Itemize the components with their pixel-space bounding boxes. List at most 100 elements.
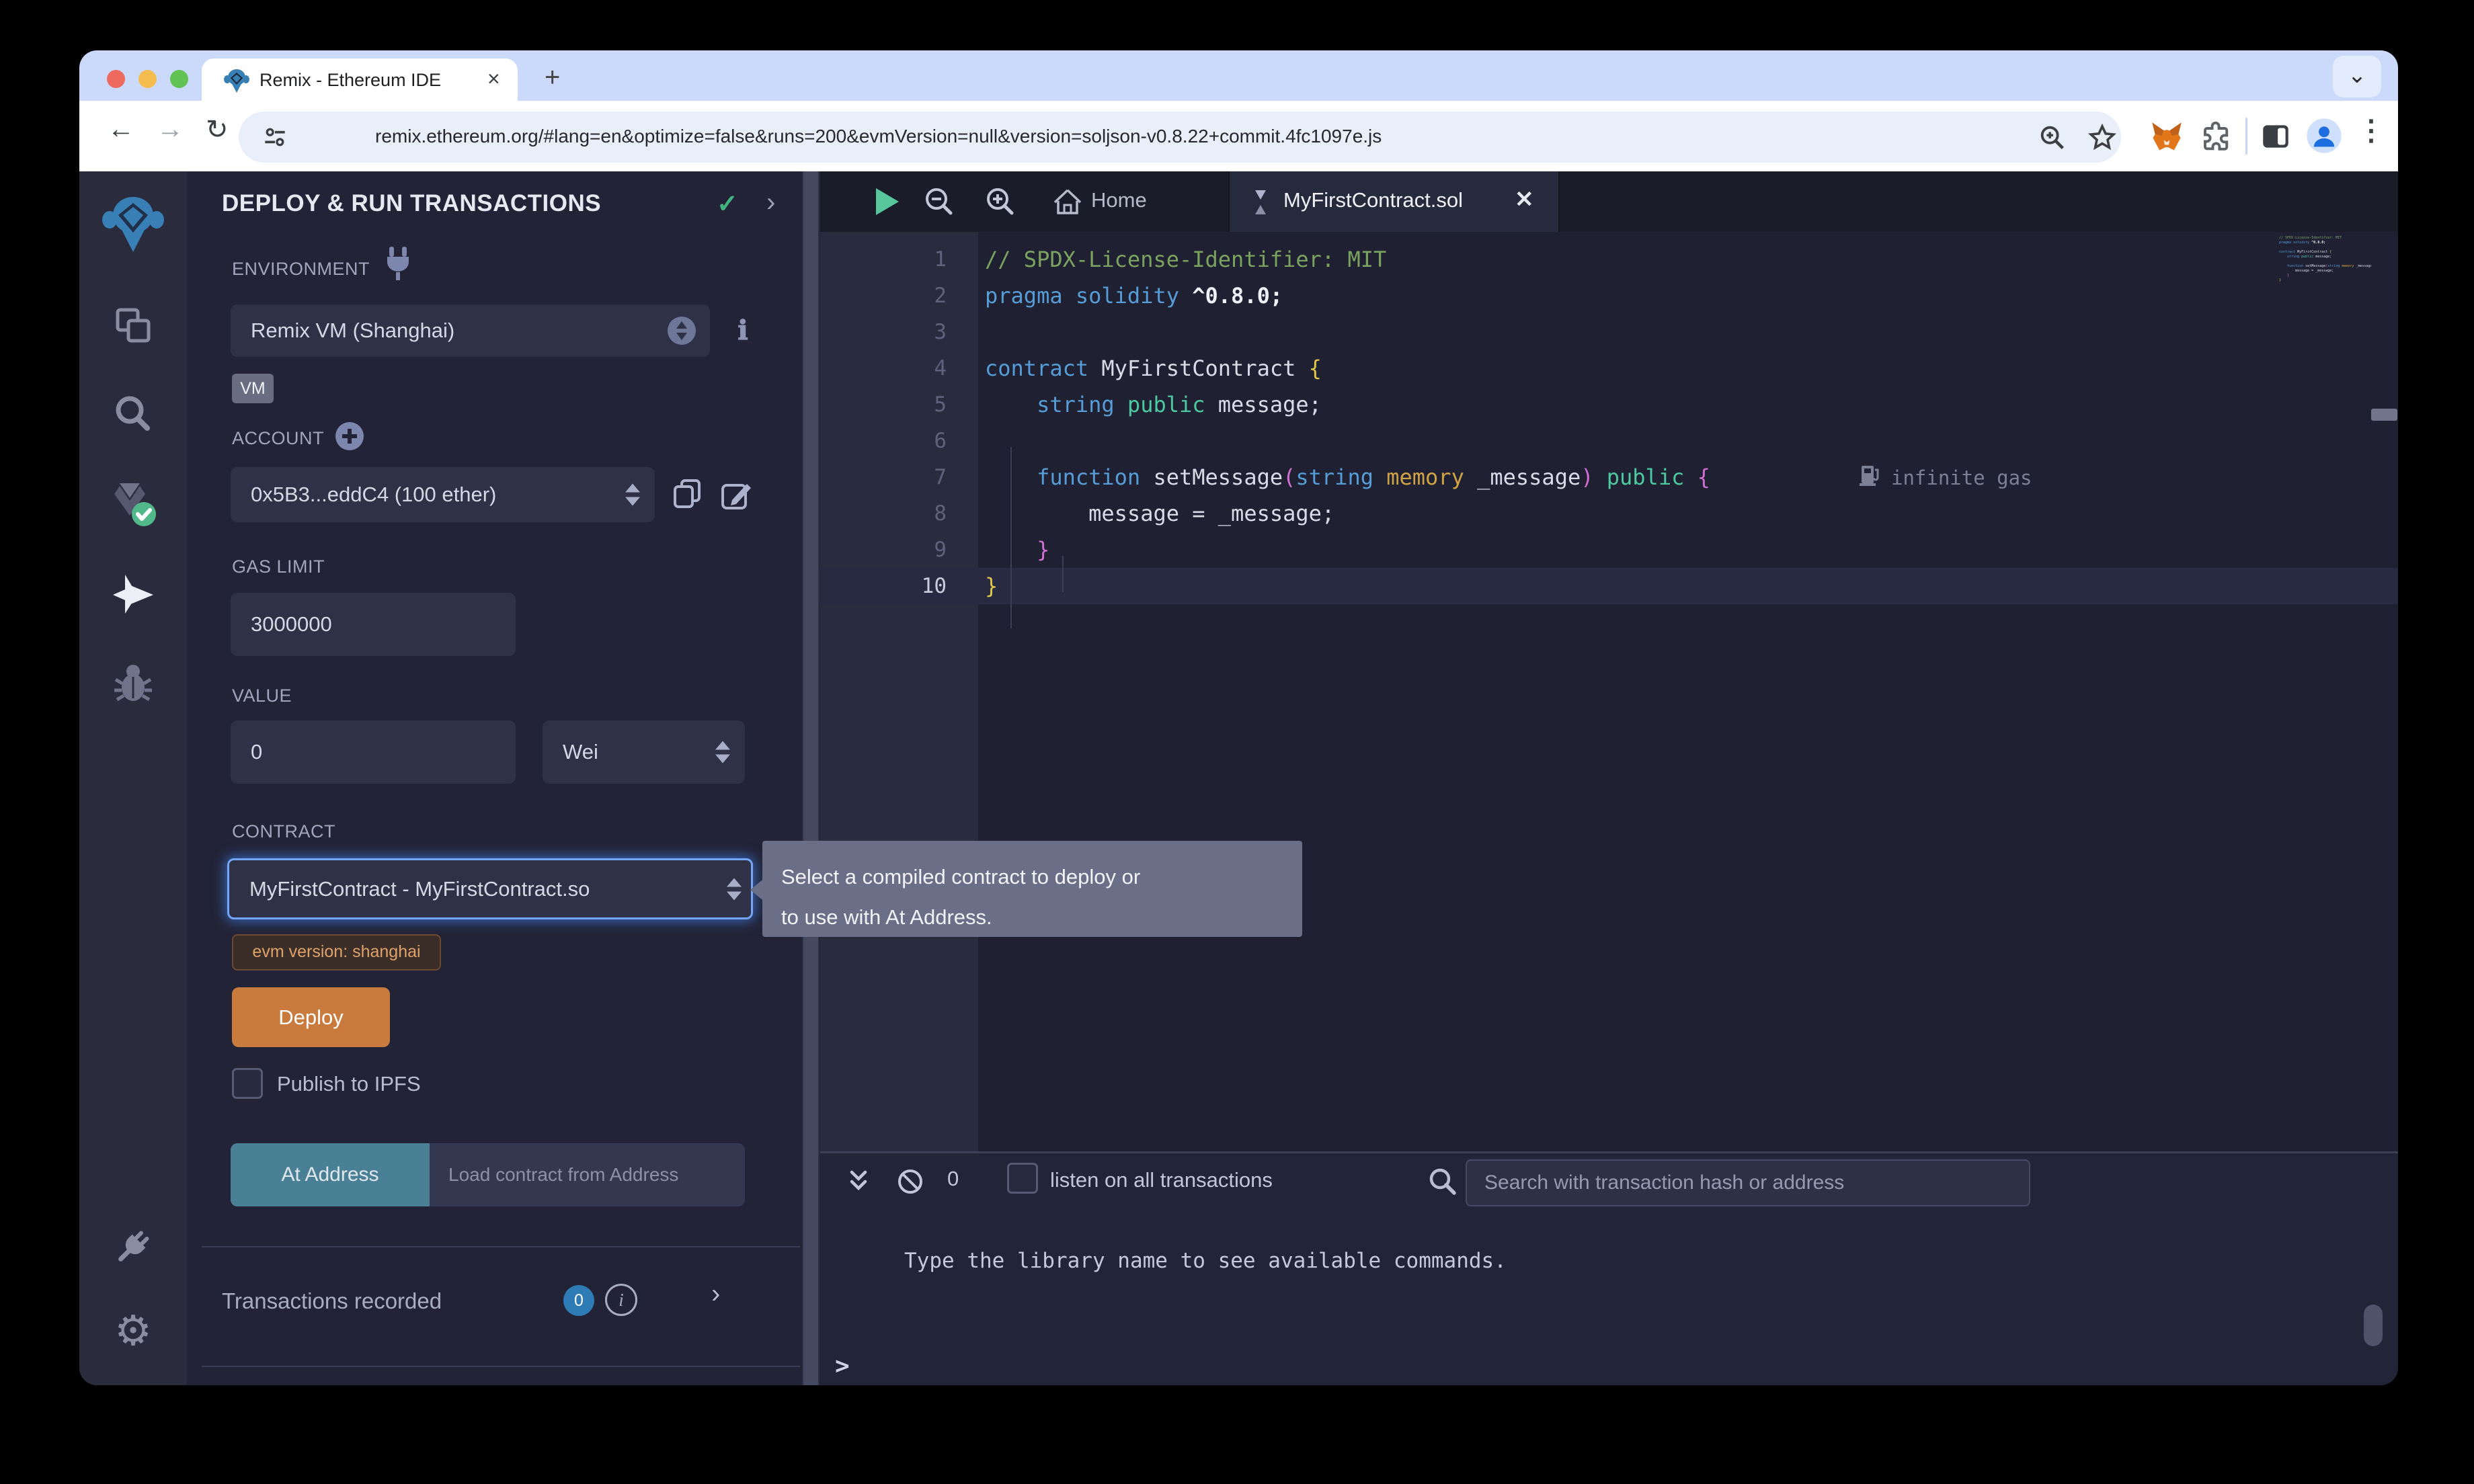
- code-line[interactable]: pragma solidity ^0.8.0;: [985, 278, 1710, 314]
- at-address-button[interactable]: At Address: [231, 1143, 430, 1206]
- browser-tabstrip: Remix - Ethereum IDE × + ⌄: [79, 50, 2398, 101]
- minimap[interactable]: // SPDX-License-Identifier: MITpragma so…: [2279, 236, 2371, 343]
- tab-file-label: MyFirstContract.sol: [1283, 188, 1463, 212]
- line-number: 2: [820, 278, 947, 314]
- settings-gear-icon[interactable]: ⚙: [79, 1306, 187, 1355]
- editor-tabbar: Home MyFirstContract.sol ✕: [820, 171, 2398, 232]
- code-line[interactable]: }: [985, 568, 1710, 604]
- code-line[interactable]: message = _message;: [985, 495, 1710, 532]
- code-line[interactable]: [985, 314, 1710, 350]
- line-number: 6: [820, 423, 947, 459]
- run-script-icon[interactable]: [876, 188, 899, 215]
- line-numbers: 12345678910: [820, 241, 947, 604]
- publish-ipfs-checkbox[interactable]: [232, 1068, 263, 1099]
- copy-account-icon[interactable]: [670, 477, 705, 512]
- minimize-window-button[interactable]: [138, 70, 157, 88]
- transactions-info-icon[interactable]: i: [605, 1284, 637, 1316]
- browser-toolbar: ← → ↻ remix.ethereum.org/#lang=en&optimi…: [79, 101, 2398, 171]
- deploy-run-icon[interactable]: [79, 569, 187, 619]
- value-input[interactable]: [231, 720, 516, 784]
- close-window-button[interactable]: [107, 70, 125, 88]
- terminal-search-input[interactable]: [1466, 1159, 2030, 1206]
- check-icon: ✓: [717, 189, 738, 219]
- contract-select-arrows-icon: [727, 878, 742, 900]
- browser-menu-icon[interactable]: ⋮: [2357, 114, 2385, 147]
- code-line[interactable]: contract MyFirstContract {: [985, 350, 1710, 386]
- line-number: 1: [820, 241, 947, 278]
- side-panel-icon[interactable]: [2259, 120, 2292, 153]
- tab-myfirstcontract[interactable]: MyFirstContract.sol ✕: [1228, 171, 1560, 232]
- environment-info-icon[interactable]: ℹ: [729, 317, 757, 345]
- terminal-scrollbar-thumb[interactable]: [2364, 1305, 2383, 1346]
- account-select-arrows-icon: [625, 484, 640, 506]
- gas-annotation-text: infinite gas: [1891, 466, 2032, 489]
- new-tab-button[interactable]: +: [545, 63, 560, 93]
- reload-button[interactable]: ↻: [206, 114, 229, 145]
- icon-sidebar: ⚙: [79, 171, 187, 1385]
- deploy-button[interactable]: Deploy: [232, 987, 390, 1047]
- remix-logo-icon[interactable]: [79, 195, 187, 255]
- panel-title: DEPLOY & RUN TRANSACTIONS: [222, 190, 601, 217]
- remix-app: ⚙ DEPLOY & RUN TRANSACTIONS ✓ › ENVIRONM…: [79, 171, 2398, 1385]
- clear-console-icon[interactable]: [895, 1167, 925, 1196]
- file-explorer-icon[interactable]: [79, 303, 187, 350]
- panel-divider: [202, 1246, 800, 1247]
- line-number: 7: [820, 459, 947, 495]
- tab-close-icon[interactable]: ×: [487, 67, 500, 91]
- url-text[interactable]: remix.ethereum.org/#lang=en&optimize=fal…: [375, 126, 1382, 147]
- bookmark-star-icon[interactable]: [2086, 122, 2118, 154]
- zoom-page-icon[interactable]: [2037, 122, 2068, 153]
- terminal-prompt[interactable]: >: [835, 1352, 850, 1380]
- code-region[interactable]: 12345678910 // SPDX-License-Identifier: …: [820, 232, 2398, 1151]
- site-settings-icon[interactable]: [260, 122, 290, 152]
- expand-terminal-icon[interactable]: [844, 1167, 873, 1196]
- maximize-window-button[interactable]: [170, 70, 188, 88]
- zoom-out-icon[interactable]: [922, 185, 956, 218]
- tab-close-icon[interactable]: ✕: [1515, 186, 1534, 213]
- environment-spinner-icon: [667, 316, 696, 345]
- add-account-icon[interactable]: [335, 421, 364, 451]
- listen-transactions-checkbox[interactable]: [1007, 1163, 1038, 1194]
- code-text[interactable]: // SPDX-License-Identifier: MITpragma so…: [985, 241, 1710, 604]
- editor-scrollbar-thumb[interactable]: [2371, 409, 2397, 421]
- account-select[interactable]: 0x5B3...eddC4 (100 ether): [231, 467, 655, 522]
- extensions-puzzle-icon[interactable]: [2198, 120, 2233, 155]
- code-line[interactable]: function setMessage(string memory _messa…: [985, 459, 1710, 495]
- tooltip-line2: to use with At Address.: [781, 897, 1302, 938]
- back-button[interactable]: ←: [108, 114, 134, 145]
- value-unit-select[interactable]: Wei: [543, 720, 745, 784]
- address-bar[interactable]: remix.ethereum.org/#lang=en&optimize=fal…: [239, 112, 2121, 163]
- forward-button[interactable]: →: [157, 114, 184, 145]
- code-line[interactable]: }: [985, 532, 1710, 568]
- panel-expand-chevron-icon[interactable]: ›: [766, 188, 775, 218]
- tab-search-button[interactable]: ⌄: [2333, 56, 2381, 97]
- listen-transactions-label: listen on all transactions: [1050, 1168, 1273, 1192]
- value-label: VALUE: [232, 686, 292, 706]
- debugger-icon[interactable]: [79, 657, 187, 708]
- at-address-input[interactable]: [430, 1143, 745, 1206]
- transactions-expand-chevron-icon[interactable]: ›: [711, 1279, 720, 1309]
- line-number: 4: [820, 350, 947, 386]
- code-line[interactable]: // SPDX-License-Identifier: MIT: [985, 241, 1710, 278]
- code-line: pragma solidity ^0.8.0;: [2279, 241, 2371, 245]
- plugin-manager-icon[interactable]: [79, 1220, 187, 1274]
- panel-resize-handle[interactable]: [802, 171, 820, 1385]
- gas-limit-input[interactable]: [231, 593, 516, 656]
- code-line[interactable]: [985, 423, 1710, 459]
- contract-select[interactable]: MyFirstContract - MyFirstContract.so: [227, 858, 753, 919]
- terminal: 0 listen on all transactions Type the li…: [820, 1151, 2398, 1385]
- code-line[interactable]: string public message;: [985, 386, 1710, 423]
- home-icon: [1052, 186, 1083, 217]
- solidity-compiler-icon[interactable]: [79, 475, 187, 532]
- code-line: [2279, 259, 2371, 264]
- environment-select[interactable]: Remix VM (Shanghai): [231, 304, 710, 357]
- metamask-extension-icon[interactable]: [2149, 120, 2184, 155]
- search-icon[interactable]: [79, 391, 187, 438]
- evm-version-badge: evm version: shanghai: [232, 934, 441, 971]
- profile-avatar[interactable]: [2305, 117, 2343, 155]
- zoom-in-icon[interactable]: [984, 185, 1017, 218]
- browser-tab[interactable]: Remix - Ethereum IDE ×: [202, 58, 518, 101]
- edit-account-icon[interactable]: [719, 477, 754, 512]
- vm-badge: VM: [232, 374, 274, 403]
- remix-favicon-icon: [223, 67, 250, 94]
